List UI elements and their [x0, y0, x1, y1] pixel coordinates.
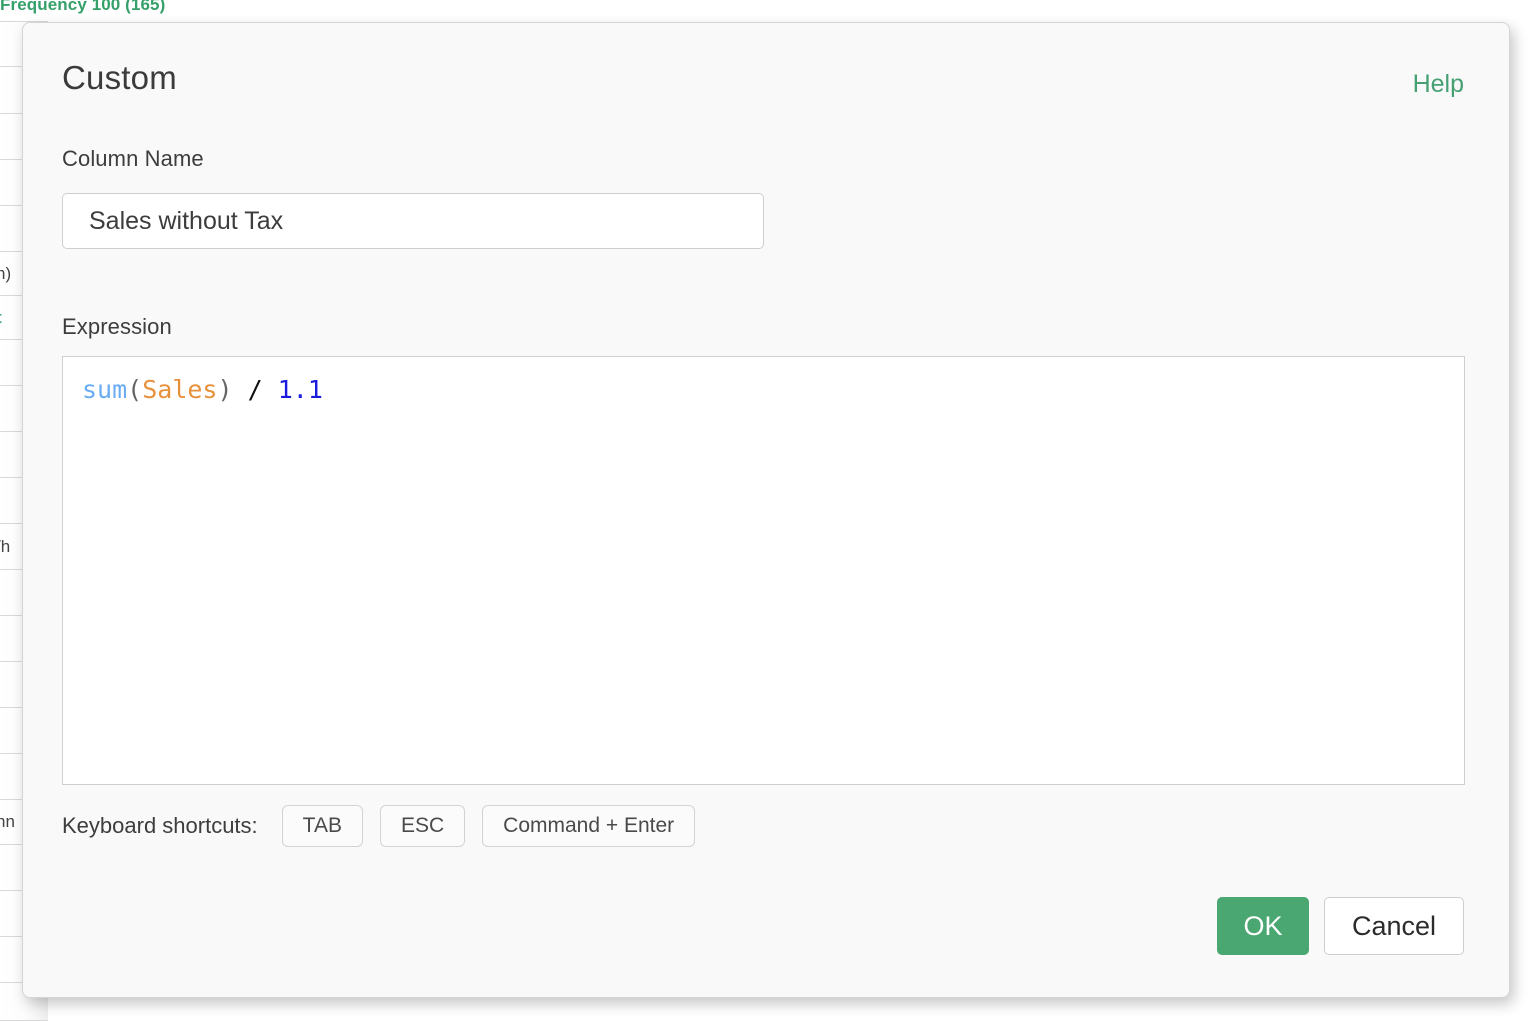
expression-token-space — [233, 375, 248, 404]
keyboard-shortcuts-row: Keyboard shortcuts: TAB ESC Command + Ente… — [62, 805, 712, 847]
dialog-header: Custom Help — [23, 23, 1509, 141]
cancel-button[interactable]: Cancel — [1324, 897, 1464, 955]
expression-editor[interactable]: sum(Sales) / 1.1 — [62, 356, 1465, 785]
expression-token-number: 1.1 — [277, 375, 323, 404]
table-cell: /h — [0, 536, 11, 556]
keyboard-shortcut-keys: TAB ESC Command + Enter — [281, 805, 712, 847]
dialog-title: Custom — [62, 59, 177, 96]
expression-label: Expression — [62, 314, 172, 339]
expression-token-operator: / — [247, 375, 263, 404]
expression-token-column: Sales — [142, 375, 218, 404]
keyboard-shortcuts-label: Keyboard shortcuts: — [62, 813, 258, 838]
expression-token-paren: ( — [127, 375, 143, 404]
help-link[interactable]: Help — [1413, 70, 1464, 99]
custom-column-dialog: Custom Help Column Name Expression sum(S… — [22, 22, 1510, 998]
ok-button[interactable]: OK — [1217, 897, 1309, 955]
column-name-input[interactable] — [62, 193, 764, 249]
table-cell: nn — [0, 812, 15, 831]
expression-token-paren: ) — [217, 375, 233, 404]
table-cell: n) — [0, 263, 12, 283]
dialog-actions: OK Cancel — [1217, 897, 1464, 955]
shortcut-key-esc[interactable]: ESC — [379, 805, 466, 847]
expression-token-function: sum — [82, 375, 128, 404]
shortcut-key-tab[interactable]: TAB — [281, 805, 363, 847]
expression-token-space — [263, 375, 278, 404]
background-column-header: Frequency 100 (165) — [0, 0, 166, 14]
column-name-label: Column Name — [62, 146, 204, 171]
shortcut-key-command-enter[interactable]: Command + Enter — [482, 805, 696, 847]
table-cell: t — [0, 308, 2, 328]
